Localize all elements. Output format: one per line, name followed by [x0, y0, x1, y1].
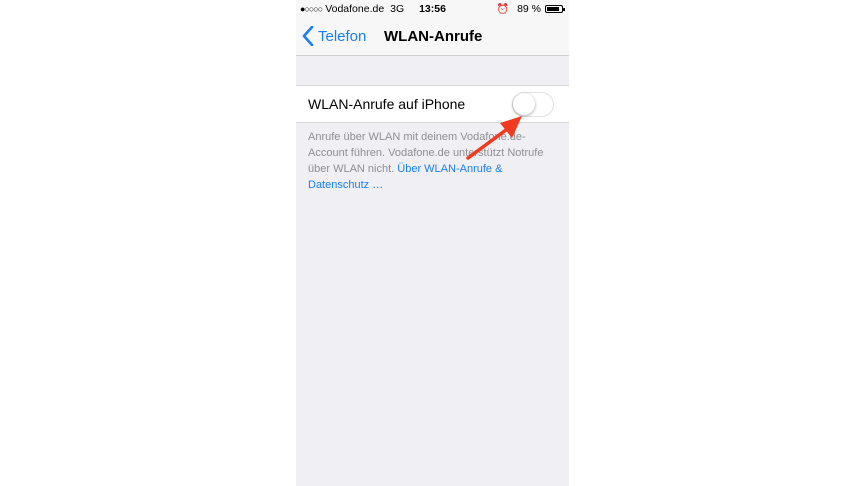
back-button[interactable]: Telefon [302, 26, 366, 46]
battery-fill [547, 7, 559, 11]
annotation-arrow-icon [466, 116, 522, 160]
back-button-label: Telefon [318, 27, 367, 45]
page-title: WLAN-Anrufe [384, 28, 483, 45]
alarm-icon: ⏰ [496, 3, 510, 15]
status-right: ⏰ 89 % [496, 3, 565, 15]
chevron-left-icon [302, 26, 314, 46]
battery-icon [545, 5, 565, 13]
navigation-bar: Telefon WLAN-Anrufe [296, 18, 569, 56]
status-bar: ●○○○○ Vodafone.de 3G 13:56 ⏰ 89 % [296, 0, 569, 18]
battery-percentage: 89 % [517, 3, 541, 15]
phone-screen: ●○○○○ Vodafone.de 3G 13:56 ⏰ 89 % Telefon … [296, 0, 569, 486]
wifi-calling-label: WLAN-Anrufe auf iPhone [308, 96, 466, 112]
